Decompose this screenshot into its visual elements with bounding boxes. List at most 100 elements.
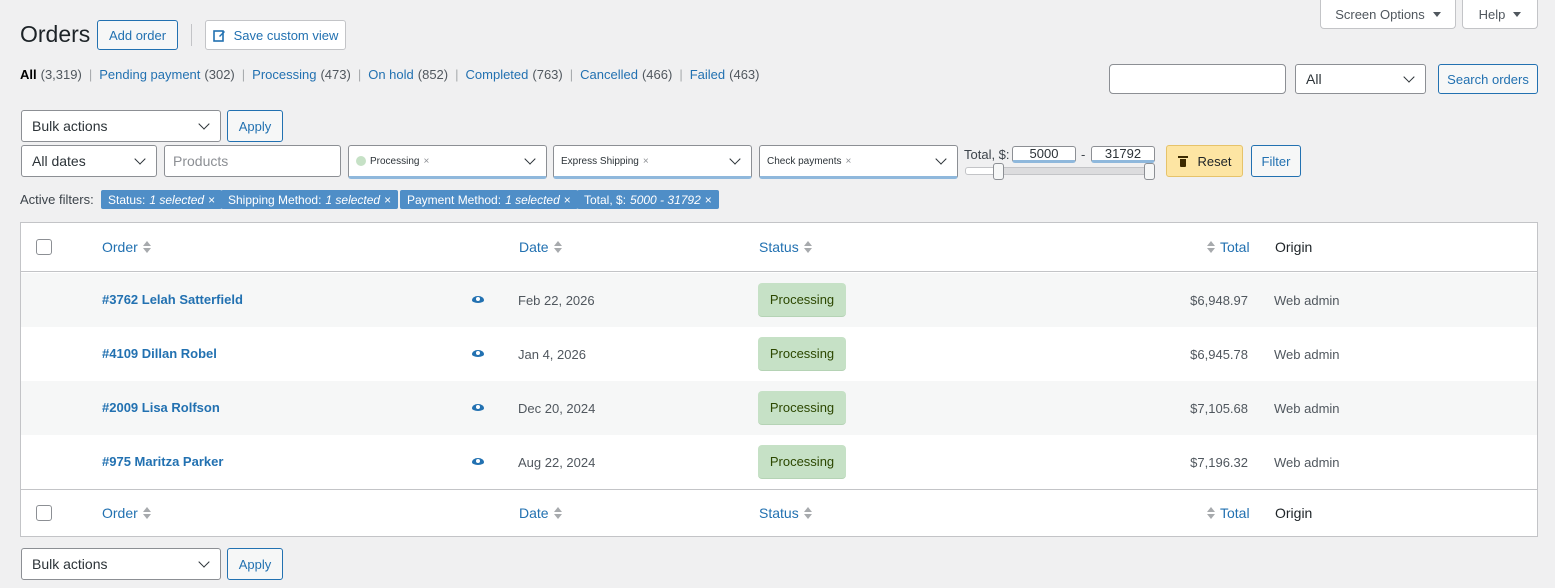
active-filter-shipping[interactable]: Shipping Method: 1 selected ×: [221, 190, 399, 209]
date-filter-select[interactable]: All dates: [21, 145, 157, 177]
caret-down-icon: [1513, 11, 1522, 17]
range-dash: -: [1081, 147, 1086, 162]
order-link[interactable]: #975 Maritza Parker: [102, 454, 223, 469]
separator: |: [241, 67, 246, 82]
save-custom-view-button[interactable]: Save custom view: [205, 20, 346, 50]
order-date: Dec 20, 2024: [518, 401, 596, 416]
view-label: Failed: [689, 67, 726, 82]
view-count: (302): [204, 67, 235, 82]
remove-chip-icon[interactable]: ×: [845, 156, 851, 167]
products-input[interactable]: Products: [164, 145, 341, 177]
search-scope-select[interactable]: All: [1295, 64, 1426, 94]
active-filter-payment[interactable]: Payment Method: 1 selected ×: [400, 190, 578, 209]
preview-eye-icon[interactable]: [472, 350, 484, 357]
column-total[interactable]: Total: [1207, 505, 1250, 521]
separator: |: [569, 67, 574, 82]
pill-name: Total, $:: [584, 192, 627, 207]
remove-chip-icon[interactable]: ×: [643, 156, 649, 167]
bulk-actions-value: Bulk actions: [32, 118, 108, 134]
status-filter-select[interactable]: Processing ×: [348, 145, 547, 179]
view-pending-payment[interactable]: Pending payment (302): [99, 67, 235, 82]
column-date-label: Date: [519, 505, 549, 521]
view-label: Completed: [465, 67, 529, 82]
shipping-filter-select[interactable]: Express Shipping ×: [553, 145, 752, 179]
column-date[interactable]: Date: [519, 239, 562, 255]
bulk-actions-select[interactable]: Bulk actions: [21, 110, 221, 142]
chevron-down-icon: [198, 118, 210, 130]
active-filter-total[interactable]: Total, $: 5000 - 31792 ×: [577, 190, 719, 209]
pill-value: 5000 - 31792: [630, 192, 701, 207]
column-order[interactable]: Order: [102, 505, 151, 521]
total-max-input[interactable]: 31792: [1091, 146, 1155, 163]
preview-eye-icon[interactable]: [472, 404, 484, 411]
sort-icon: [142, 241, 151, 253]
remove-chip-icon[interactable]: ×: [423, 156, 429, 167]
view-completed[interactable]: Completed (763): [466, 67, 563, 82]
order-link[interactable]: #4109 Dillan Robel: [102, 346, 217, 361]
slider-min-handle[interactable]: [993, 163, 1004, 180]
table-row[interactable]: #2009 Lisa Rolfson Dec 20, 2024 Processi…: [21, 381, 1537, 435]
table-row[interactable]: #4109 Dillan Robel Jan 4, 2026 Processin…: [21, 327, 1537, 381]
column-origin-label: Origin: [1275, 239, 1313, 255]
active-filter-status[interactable]: Status: 1 selected ×: [101, 190, 223, 209]
column-order[interactable]: Order: [102, 239, 151, 255]
total-min-input[interactable]: 5000: [1012, 146, 1076, 163]
view-failed[interactable]: Failed (463): [690, 67, 760, 82]
view-on-hold[interactable]: On hold (852): [368, 67, 448, 82]
view-processing[interactable]: Processing (473): [252, 67, 351, 82]
payment-filter-select[interactable]: Check payments ×: [759, 145, 958, 179]
search-input[interactable]: [1109, 64, 1286, 94]
page-title: Orders: [20, 21, 91, 47]
order-origin: Web admin: [1274, 401, 1340, 416]
screen-options-button[interactable]: Screen Options: [1320, 0, 1456, 29]
select-all-checkbox[interactable]: [36, 505, 52, 521]
filter-button[interactable]: Filter: [1251, 145, 1301, 177]
remove-pill-icon[interactable]: ×: [208, 193, 215, 207]
sort-icon: [142, 507, 151, 519]
active-filters-label: Active filters:: [20, 192, 94, 207]
separator: |: [357, 67, 362, 82]
apply-button[interactable]: Apply: [227, 110, 283, 142]
search-orders-button[interactable]: Search orders: [1438, 64, 1538, 94]
preview-eye-icon[interactable]: [472, 458, 484, 465]
column-status[interactable]: Status: [759, 505, 812, 521]
column-order-label: Order: [102, 505, 138, 521]
remove-pill-icon[interactable]: ×: [564, 193, 571, 207]
status-badge: Processing: [758, 445, 846, 479]
status-chip-label: Processing: [370, 155, 420, 167]
bulk-actions-value: Bulk actions: [32, 556, 108, 572]
orders-table: Order Date Status Total Origin #3762 Lel…: [20, 222, 1538, 537]
view-label: Pending payment: [99, 67, 201, 82]
trash-icon: [1177, 155, 1188, 167]
add-order-button[interactable]: Add order: [97, 20, 178, 50]
help-button[interactable]: Help: [1462, 0, 1538, 29]
screen-options-label: Screen Options: [1335, 6, 1425, 22]
order-origin: Web admin: [1274, 347, 1340, 362]
sort-icon: [803, 507, 812, 519]
view-cancelled[interactable]: Cancelled (466): [580, 67, 672, 82]
column-total-label: Total: [1220, 505, 1250, 521]
view-all[interactable]: All (3,319): [20, 67, 82, 82]
select-all-checkbox[interactable]: [36, 239, 52, 255]
view-count: (463): [729, 67, 760, 82]
column-status[interactable]: Status: [759, 239, 812, 255]
pill-value: 1 selected: [505, 192, 560, 207]
payment-chip-label: Check payments: [767, 155, 842, 167]
preview-eye-icon[interactable]: [472, 296, 484, 303]
column-total[interactable]: Total: [1207, 239, 1250, 255]
bulk-actions-select-bottom[interactable]: Bulk actions: [21, 548, 221, 580]
view-count: (3,319): [40, 67, 82, 82]
table-row[interactable]: #975 Maritza Parker Aug 22, 2024 Process…: [21, 435, 1537, 489]
order-status-views: All (3,319) | Pending payment (302) | Proc…: [20, 67, 760, 82]
remove-pill-icon[interactable]: ×: [705, 193, 712, 207]
reset-button[interactable]: Reset: [1166, 145, 1243, 177]
table-row[interactable]: #3762 Lelah Satterfield Feb 22, 2026 Pro…: [21, 273, 1537, 327]
slider-max-handle[interactable]: [1144, 163, 1155, 180]
remove-pill-icon[interactable]: ×: [384, 193, 391, 207]
sort-icon: [553, 507, 562, 519]
order-link[interactable]: #2009 Lisa Rolfson: [102, 400, 220, 415]
column-date[interactable]: Date: [519, 505, 562, 521]
column-origin: Origin: [1275, 239, 1312, 255]
order-link[interactable]: #3762 Lelah Satterfield: [102, 292, 243, 307]
apply-button-bottom[interactable]: Apply: [227, 548, 283, 580]
